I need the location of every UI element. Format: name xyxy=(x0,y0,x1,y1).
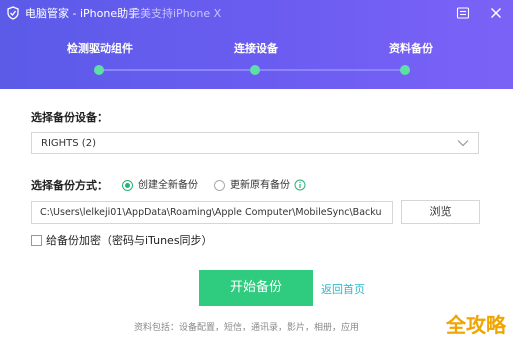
backup-mode-label: 选择备份方式： xyxy=(31,179,108,192)
back-home-link[interactable]: 返回首页 xyxy=(321,283,365,296)
radio-update-backup[interactable] xyxy=(214,180,225,191)
close-icon[interactable] xyxy=(488,5,504,21)
step-dot-backup xyxy=(400,65,410,75)
device-select-label: 选择备份设备： xyxy=(31,111,108,124)
step-dot-connect xyxy=(250,65,260,75)
encrypt-checkbox-label[interactable]: 给备份加密（密码与iTunes同步） xyxy=(46,234,213,247)
watermark-logo: 全攻略 xyxy=(446,313,506,337)
backup-path-input[interactable]: C:\Users\lelkeji01\AppData\Roaming\Apple… xyxy=(31,201,393,224)
radio-new-backup-label[interactable]: 创建全新备份 xyxy=(138,179,198,192)
device-select[interactable]: RIGHTS (2) xyxy=(31,132,479,154)
encrypt-checkbox[interactable] xyxy=(31,235,42,246)
data-includes-note: 资料包括：设备配置，短信，通讯录，影片，相册，应用 xyxy=(134,323,360,333)
device-select-value: RIGHTS (2) xyxy=(41,138,96,149)
title-bar: 电脑管家 - iPhone助手 完美支持iPhone X xyxy=(0,0,513,28)
step-label-backup: 资料备份 xyxy=(389,42,433,55)
menu-icon[interactable] xyxy=(455,5,471,21)
step-label-driver: 检测驱动组件 xyxy=(67,42,133,55)
step-dot-driver xyxy=(94,65,104,75)
promo-text: 完美支持iPhone X xyxy=(129,7,222,20)
radio-update-backup-label[interactable]: 更新原有备份 xyxy=(230,179,290,192)
app-title: 电脑管家 - iPhone助手 xyxy=(25,7,140,20)
shield-icon xyxy=(7,6,19,20)
start-backup-button[interactable]: 开始备份 xyxy=(199,270,313,306)
header-banner: 电脑管家 - iPhone助手 完美支持iPhone X 检测驱动组件 连接设备… xyxy=(0,0,513,89)
browse-button[interactable]: 浏览 xyxy=(401,200,480,224)
chevron-down-icon xyxy=(457,140,469,147)
radio-new-backup[interactable] xyxy=(122,180,133,191)
backup-path-value: C:\Users\lelkeji01\AppData\Roaming\Apple… xyxy=(40,207,382,218)
info-icon[interactable] xyxy=(294,179,306,191)
step-label-connect: 连接设备 xyxy=(234,42,278,55)
